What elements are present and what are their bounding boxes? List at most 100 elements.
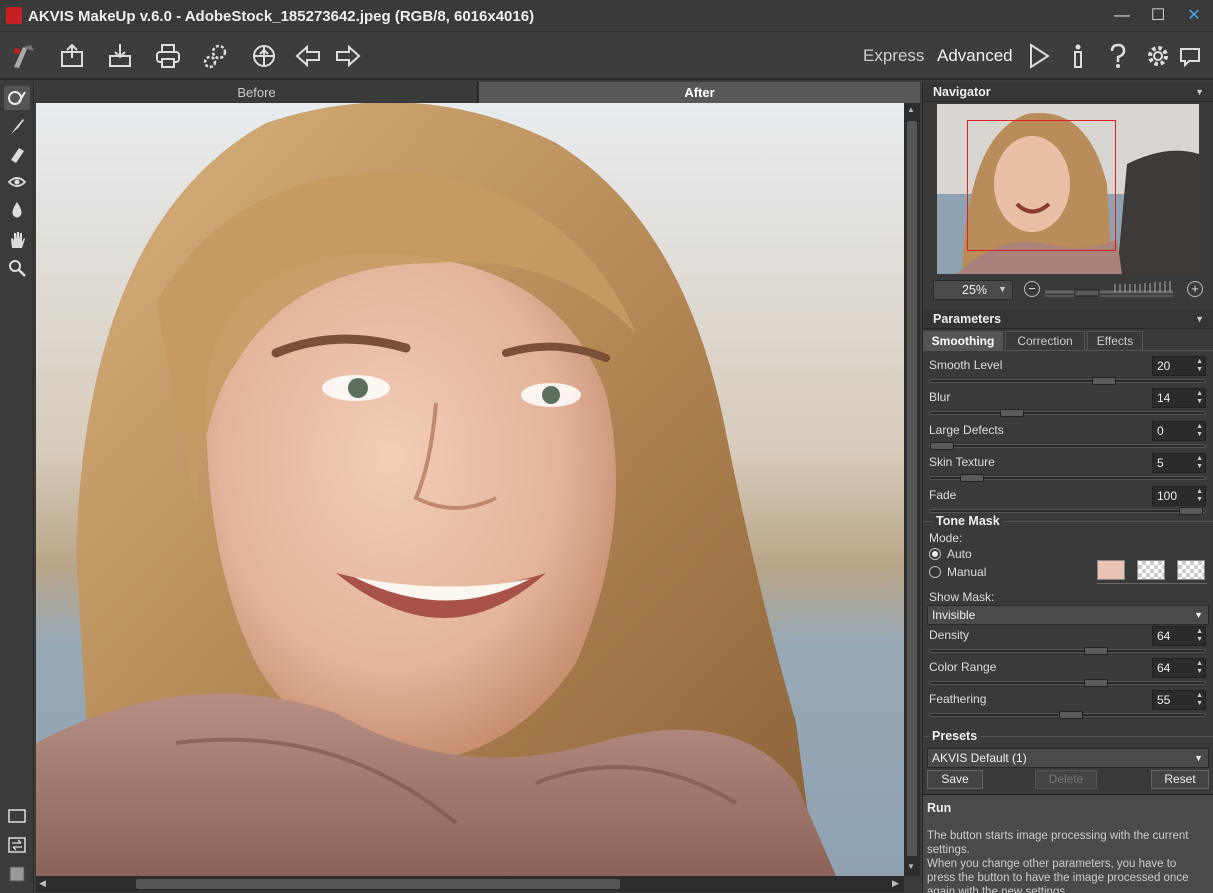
parameters-header[interactable]: Parameters ▼ [923, 309, 1213, 329]
brush-tool-icon[interactable] [4, 114, 30, 138]
zoom-dropdown-icon[interactable]: ▼ [998, 284, 1007, 294]
fade-slider[interactable] [929, 507, 1206, 515]
smooth-level-slider[interactable] [929, 377, 1206, 385]
show-mask-label: Show Mask: [929, 590, 995, 604]
skin-texture-slider[interactable] [929, 474, 1206, 482]
zoom-out-button[interactable]: − [1024, 281, 1040, 297]
vertical-scrollbar[interactable]: ▲ ▼ [904, 103, 920, 876]
feathering-input[interactable]: 55 ▲ ▼ [1152, 690, 1206, 710]
slider-thumb[interactable] [1084, 679, 1108, 687]
open-icon[interactable] [54, 40, 90, 72]
hand-tool-icon[interactable] [4, 228, 30, 252]
help-icon[interactable] [1100, 40, 1136, 72]
undo-icon[interactable] [290, 40, 326, 72]
info-icon[interactable] [1060, 40, 1096, 72]
run-icon[interactable] [1020, 40, 1056, 72]
zoom-slider[interactable] [1045, 278, 1185, 300]
slider-thumb[interactable] [1059, 711, 1083, 719]
navigator-preview[interactable] [937, 104, 1199, 274]
slider-thumb[interactable] [1084, 647, 1108, 655]
tab-before[interactable]: Before [36, 82, 478, 103]
drop-tool-icon[interactable] [4, 198, 30, 222]
settings-icon[interactable] [1140, 40, 1176, 72]
minimize-button[interactable]: — [1104, 4, 1140, 28]
spin-arrows-icon[interactable]: ▲ ▼ [1196, 455, 1203, 471]
slider-thumb[interactable] [1092, 377, 1116, 385]
zoom-select[interactable]: 25% ▼ [933, 280, 1013, 300]
spin-arrows-icon[interactable]: ▲ ▼ [1196, 390, 1203, 406]
preset-reset-button[interactable]: Reset [1151, 770, 1209, 789]
spin-arrows-icon[interactable]: ▲ ▼ [1196, 488, 1203, 504]
save-icon[interactable] [102, 40, 138, 72]
spin-arrows-icon[interactable]: ▲ ▼ [1196, 628, 1203, 644]
collapse-arrow-icon[interactable]: ▼ [1195, 82, 1204, 102]
scroll-down-arrow-icon[interactable]: ▼ [907, 862, 915, 871]
spin-arrows-icon[interactable]: ▲ ▼ [1196, 423, 1203, 439]
collapse-arrow-icon[interactable]: ▼ [1195, 309, 1204, 329]
feed-icon[interactable] [1172, 40, 1208, 72]
tab-smoothing[interactable]: Smoothing [923, 331, 1003, 351]
settings-panel: Navigator ▼ 25% ▼ − + Parameters ▼ Smoot… [922, 82, 1213, 893]
skin-color-swatch[interactable] [1097, 560, 1125, 580]
preset-save-button[interactable]: Save [927, 770, 983, 789]
color-range-input[interactable]: 64 ▲ ▼ [1152, 658, 1206, 678]
feathering-slider[interactable] [929, 711, 1206, 719]
smooth-level-input[interactable]: 20 ▲ ▼ [1152, 356, 1206, 376]
blur-slider[interactable] [929, 409, 1206, 417]
skin-texture-label: Skin Texture [929, 455, 995, 469]
zoom-in-button[interactable]: + [1187, 281, 1203, 297]
express-mode-button[interactable]: Express [863, 46, 924, 66]
tab-after[interactable]: After [479, 82, 920, 103]
slider-thumb[interactable] [930, 442, 954, 450]
close-button[interactable]: ✕ [1176, 4, 1212, 28]
blur-input[interactable]: 14 ▲ ▼ [1152, 388, 1206, 408]
color-swatch-empty-2[interactable] [1177, 560, 1205, 580]
horizontal-scroll-thumb[interactable] [136, 879, 620, 889]
dropdown-arrow-icon[interactable]: ▼ [1194, 606, 1203, 624]
single-view-icon[interactable] [4, 804, 30, 828]
dropdown-arrow-icon[interactable]: ▼ [1194, 749, 1203, 767]
tab-correction[interactable]: Correction [1005, 331, 1085, 351]
akvis-logo-icon[interactable] [6, 40, 42, 72]
swap-view-icon[interactable] [4, 833, 30, 857]
large-defects-input[interactable]: 0 ▲ ▼ [1152, 421, 1206, 441]
large-defects-slider[interactable] [929, 442, 1206, 450]
redo-icon[interactable] [330, 40, 366, 72]
smoothing-tool-icon[interactable] [4, 86, 30, 110]
auto-radio[interactable] [929, 548, 941, 560]
spin-arrows-icon[interactable]: ▲ ▼ [1196, 358, 1203, 374]
vertical-scroll-thumb[interactable] [907, 121, 917, 856]
presets-select[interactable]: AKVIS Default (1) ▼ [927, 748, 1209, 768]
density-slider[interactable] [929, 647, 1206, 655]
color-swatch-empty-1[interactable] [1137, 560, 1165, 580]
scroll-left-arrow-icon[interactable]: ◀ [39, 878, 46, 889]
navigator-view-frame[interactable] [967, 120, 1116, 251]
zoom-tool-icon[interactable] [4, 256, 30, 280]
show-mask-select[interactable]: Invisible ▼ [927, 605, 1209, 625]
manual-radio[interactable] [929, 566, 941, 578]
density-input[interactable]: 64 ▲ ▼ [1152, 626, 1206, 646]
navigator-header[interactable]: Navigator ▼ [923, 82, 1213, 102]
batch-icon[interactable] [198, 40, 234, 72]
spin-arrows-icon[interactable]: ▲ ▼ [1196, 660, 1203, 676]
print-icon[interactable] [150, 40, 186, 72]
slider-thumb[interactable] [960, 474, 984, 482]
horizontal-scrollbar[interactable]: ◀ ▶ [36, 876, 904, 892]
eye-tool-icon[interactable] [4, 170, 30, 194]
slider-thumb[interactable] [1000, 409, 1024, 417]
scroll-up-arrow-icon[interactable]: ▲ [907, 105, 915, 114]
advanced-mode-button[interactable]: Advanced [937, 46, 1013, 66]
spin-arrows-icon[interactable]: ▲ ▼ [1196, 692, 1203, 708]
plugins-icon[interactable] [246, 40, 282, 72]
tab-effects[interactable]: Effects [1087, 331, 1143, 351]
image-canvas[interactable] [36, 103, 904, 876]
maximize-button[interactable]: ☐ [1140, 4, 1176, 28]
preset-delete-button[interactable]: Delete [1035, 770, 1097, 789]
eraser-tool-icon[interactable] [4, 142, 30, 166]
background-color-icon[interactable] [4, 862, 30, 886]
slider-thumb[interactable] [1179, 507, 1203, 515]
fade-input[interactable]: 100 ▲ ▼ [1152, 486, 1206, 506]
skin-texture-input[interactable]: 5 ▲ ▼ [1152, 453, 1206, 473]
scroll-right-arrow-icon[interactable]: ▶ [892, 878, 899, 889]
color-range-slider[interactable] [929, 679, 1206, 687]
